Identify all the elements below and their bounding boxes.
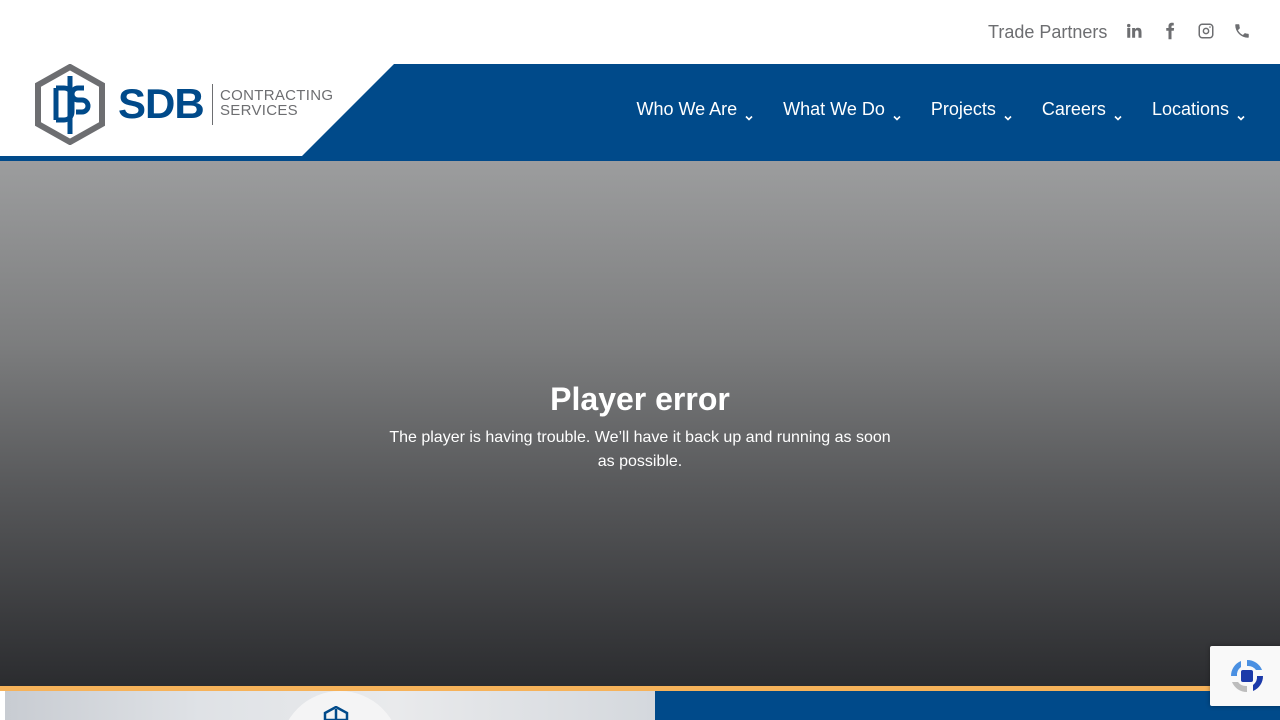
logo-wordmark: SDB — [118, 80, 205, 127]
instagram-icon[interactable] — [1196, 21, 1216, 41]
helmet-logo-icon — [323, 706, 349, 720]
nav-item-what-we-do[interactable]: What We Do — [783, 96, 902, 122]
utility-bar: Trade Partners — [0, 0, 1280, 64]
bottom-blue-panel — [655, 691, 1280, 720]
nav-label: Locations — [1151, 99, 1229, 119]
nav-label: Careers — [1041, 99, 1106, 119]
nav-item-projects[interactable]: Projects — [931, 96, 1013, 122]
player-error-title: Player error — [550, 381, 730, 417]
linkedin-icon[interactable] — [1124, 21, 1144, 41]
nav-label: Projects — [930, 99, 996, 119]
chevron-down-icon — [892, 104, 902, 121]
hero-video-player[interactable]: Player error The player is having troubl… — [0, 161, 1280, 686]
construction-photo — [5, 691, 655, 720]
main-nav: Who We Are What We Do Projects Careers L… — [607, 96, 1246, 122]
player-error-overlay: Player error The player is having troubl… — [0, 161, 1280, 686]
logo-hexagon-icon — [35, 64, 105, 145]
chevron-down-icon — [744, 104, 754, 121]
player-error-message: The player is having trouble. We’ll have… — [389, 429, 891, 470]
phone-icon[interactable] — [1232, 21, 1252, 41]
chevron-down-icon — [1003, 104, 1013, 121]
chevron-down-icon — [1113, 104, 1123, 121]
chevron-down-icon — [1236, 104, 1246, 121]
nav-item-locations[interactable]: Locations — [1152, 96, 1246, 122]
recaptcha-icon — [1230, 659, 1264, 693]
nav-item-who-we-are[interactable]: Who We Are — [636, 96, 754, 122]
nav-label: Who We Are — [636, 99, 738, 119]
nav-item-careers[interactable]: Careers — [1042, 96, 1123, 122]
logo-line-contracting: CONTRACTING — [220, 87, 334, 104]
facebook-icon[interactable] — [1160, 21, 1180, 41]
trade-partners-link[interactable]: Trade Partners — [988, 20, 1107, 44]
recaptcha-badge[interactable] — [1210, 646, 1280, 706]
logo-divider — [212, 84, 213, 125]
logo-subtitle: CONTRACTING SERVICES — [220, 88, 333, 118]
nav-label: What We Do — [783, 99, 885, 119]
logo-line-services: SERVICES — [220, 102, 298, 119]
